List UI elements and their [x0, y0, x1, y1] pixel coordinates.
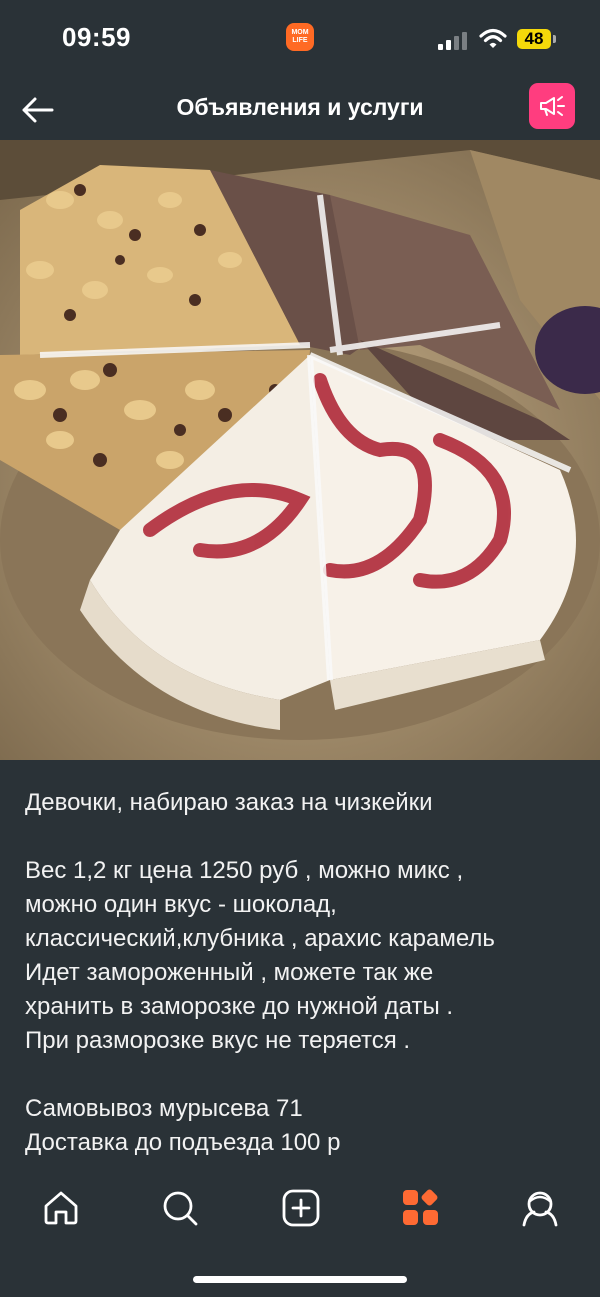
promo-button[interactable]	[529, 83, 575, 129]
battery-indicator: 48	[517, 29, 551, 49]
tab-search[interactable]	[160, 1188, 200, 1228]
tab-profile[interactable]	[520, 1188, 560, 1228]
wifi-icon	[479, 28, 507, 48]
search-icon	[163, 1191, 198, 1226]
status-time: 09:59	[62, 22, 131, 52]
megaphone-icon	[540, 96, 565, 116]
profile-icon	[522, 1191, 558, 1227]
tab-services[interactable]	[401, 1188, 441, 1228]
app-logo: MOM LIFE	[286, 23, 314, 51]
battery-tip	[553, 35, 556, 43]
home-icon	[44, 1191, 78, 1225]
post-photo[interactable]	[0, 140, 600, 760]
nav-header: Объявления и услуги	[0, 80, 600, 140]
tab-home[interactable]	[41, 1188, 81, 1228]
services-grid-icon	[403, 1189, 438, 1225]
home-indicator	[193, 1276, 407, 1283]
post-description: Девочки, набираю заказ на чизкейки Вес 1…	[25, 789, 495, 1156]
status-bar: 09:59 MOM LIFE 48	[0, 0, 600, 80]
tab-add-post[interactable]	[281, 1188, 321, 1228]
cellular-signal-icon	[438, 32, 468, 50]
add-post-icon	[282, 1189, 320, 1227]
tab-bar	[0, 1178, 600, 1248]
page-title: Объявления и услуги	[176, 94, 424, 120]
